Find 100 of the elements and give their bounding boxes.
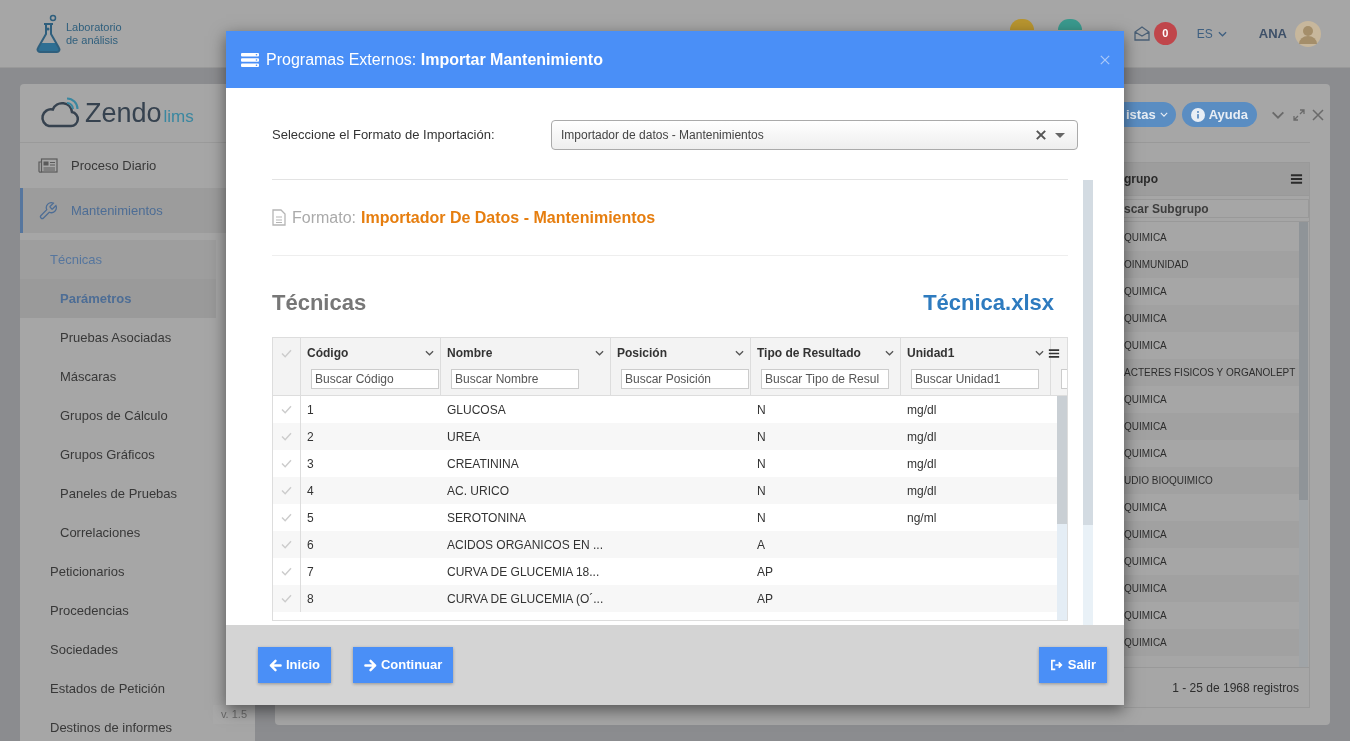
column-header[interactable]: Nombre: [447, 344, 493, 362]
table-cell-text: 4: [307, 482, 314, 500]
menu-icon[interactable]: [1048, 348, 1060, 359]
help-button[interactable]: Ayuda: [1181, 102, 1257, 127]
brand-suffix: lims: [163, 107, 194, 127]
exit-button[interactable]: Salir: [1038, 647, 1107, 683]
brand-name: Zendo: [85, 98, 162, 128]
format-label: Formato:: [292, 207, 356, 228]
table-row[interactable]: 4 AC. URICO N mg/dl: [273, 477, 1057, 504]
menu-item[interactable]: Correlaciones: [20, 513, 216, 552]
menu-item[interactable]: Pruebas Asociadas: [20, 318, 216, 357]
table-cell-text: 3: [307, 455, 314, 473]
table-row[interactable]: 8 CURVA DE GLUCEMIA (O´... AP: [273, 585, 1057, 612]
checkmark-icon[interactable]: [281, 432, 292, 441]
table-cell: ACTERES FISICOS Y ORGANOLEPT: [1124, 359, 1299, 386]
menu-item[interactable]: Procedencias: [20, 591, 216, 630]
table-cell-text: N: [757, 482, 766, 500]
envelope-icon[interactable]: [1133, 26, 1150, 41]
filter-input[interactable]: Buscar Nombre: [451, 369, 579, 389]
views-button[interactable]: istas: [1124, 102, 1176, 127]
table-cell: UDIO BIOQUIMICO: [1124, 467, 1299, 494]
scrollbar[interactable]: [1083, 180, 1093, 625]
filter-field[interactable]: [1061, 369, 1067, 389]
language-button[interactable]: ES: [1196, 24, 1227, 43]
sign-out-icon: [1049, 659, 1064, 671]
table-cell-text: UREA: [447, 428, 481, 446]
column-header[interactable]: Tipo de Resultado: [757, 344, 861, 362]
checkmark-icon[interactable]: [281, 513, 292, 522]
filter-input[interactable]: Buscar Posición: [621, 369, 749, 389]
logo-text: Laboratorio: [66, 20, 122, 34]
menu-item[interactable]: Paneles de Pruebas: [20, 474, 216, 513]
checkmark-icon[interactable]: [281, 349, 292, 358]
caret-icon: [1159, 112, 1168, 117]
filter-input[interactable]: scar Subgrupo: [1124, 199, 1309, 218]
close-icon[interactable]: [1100, 54, 1110, 65]
logo-text: de análisis: [66, 33, 119, 47]
menu-item[interactable]: Sociedades: [20, 630, 216, 669]
scrollbar[interactable]: [1057, 396, 1067, 620]
column-header[interactable]: grupo: [1124, 170, 1158, 188]
filter-input[interactable]: Buscar Tipo de Resul: [761, 369, 889, 389]
menu-item[interactable]: Máscaras: [20, 357, 216, 396]
table-row[interactable]: 2 UREA N mg/dl: [273, 423, 1057, 450]
column-header[interactable]: Unidad1: [907, 344, 955, 362]
format-select[interactable]: Importador de datos - Mantenimientos: [551, 120, 1078, 150]
scrollbar-thumb[interactable]: [1083, 180, 1093, 525]
chevron-down-icon[interactable]: [885, 350, 894, 356]
table-cell-text: AC. URICO: [447, 482, 509, 500]
menu-item[interactable]: Estados de Petición: [20, 669, 216, 708]
checkmark-icon[interactable]: [281, 567, 292, 576]
table-cell-text: AP: [757, 563, 773, 581]
filter-input[interactable]: Buscar Código: [311, 369, 439, 389]
notification-badge: 0: [1153, 22, 1177, 45]
table-cell-text: mg/dl: [907, 401, 937, 419]
dropdown-arrow-icon[interactable]: [1055, 132, 1065, 138]
chevron-down-icon[interactable]: [595, 350, 604, 356]
continue-button[interactable]: Continuar: [352, 647, 454, 683]
list-icon: [241, 52, 259, 67]
checkmark-icon[interactable]: [281, 486, 292, 495]
chevron-down-icon[interactable]: [735, 350, 744, 356]
checkmark-icon[interactable]: [281, 594, 292, 603]
checkmark-icon[interactable]: [281, 540, 292, 549]
flask-icon: [35, 13, 63, 54]
table-cell-text: 2: [307, 428, 314, 446]
user-name[interactable]: ANA: [1258, 23, 1287, 44]
filter-input[interactable]: Buscar Unidad1: [911, 369, 1039, 389]
table-cell: OINMUNIDAD: [1124, 251, 1299, 278]
table-cell-text: GLUCOSA: [447, 401, 506, 419]
chevron-down-icon[interactable]: [1035, 350, 1044, 356]
menu-item[interactable]: Grupos Gráficos: [20, 435, 216, 474]
menu-item[interactable]: Peticionarios: [20, 552, 216, 591]
info-icon: [1190, 107, 1205, 122]
expand-icon[interactable]: [1292, 108, 1305, 121]
table-cell-text: mg/dl: [907, 482, 937, 500]
table-cell-text: 7: [307, 563, 314, 581]
clear-icon[interactable]: [1036, 130, 1046, 140]
table-cell-text: 1: [307, 401, 314, 419]
table-cell-text: mg/dl: [907, 455, 937, 473]
table-cell-text: AP: [757, 590, 773, 608]
scrollbar-thumb[interactable]: [1057, 396, 1067, 524]
table-row[interactable]: 6 ACIDOS ORGANICOS EN ... A: [273, 531, 1057, 558]
checkmark-icon[interactable]: [281, 459, 292, 468]
column-header[interactable]: Posición: [617, 344, 667, 362]
back-button[interactable]: Inicio: [258, 647, 331, 683]
avatar-icon[interactable]: [1295, 20, 1321, 47]
modal-title: Programas Externos: Importar Mantenimiento: [266, 49, 603, 70]
table-cell-text: N: [757, 509, 766, 527]
table-cell-text: CURVA DE GLUCEMIA 18...: [447, 563, 600, 581]
checkmark-icon[interactable]: [281, 405, 292, 414]
arrow-left-icon: [269, 658, 282, 672]
file-name[interactable]: Técnica.xlsx: [923, 286, 1054, 319]
column-header[interactable]: Código: [307, 344, 349, 362]
menu-item[interactable]: Proceso Diario: [20, 143, 226, 188]
menu-item[interactable]: Grupos de Cálculo: [20, 396, 216, 435]
close-icon[interactable]: [1311, 108, 1324, 121]
table-cell-text: 5: [307, 509, 314, 527]
menu-icon[interactable]: [1290, 173, 1303, 185]
table-cell-text: N: [757, 428, 766, 446]
table-cell-text: N: [757, 401, 766, 419]
chevron-down-icon[interactable]: [425, 350, 434, 356]
table-cell: QUIMICA: [1124, 629, 1299, 656]
